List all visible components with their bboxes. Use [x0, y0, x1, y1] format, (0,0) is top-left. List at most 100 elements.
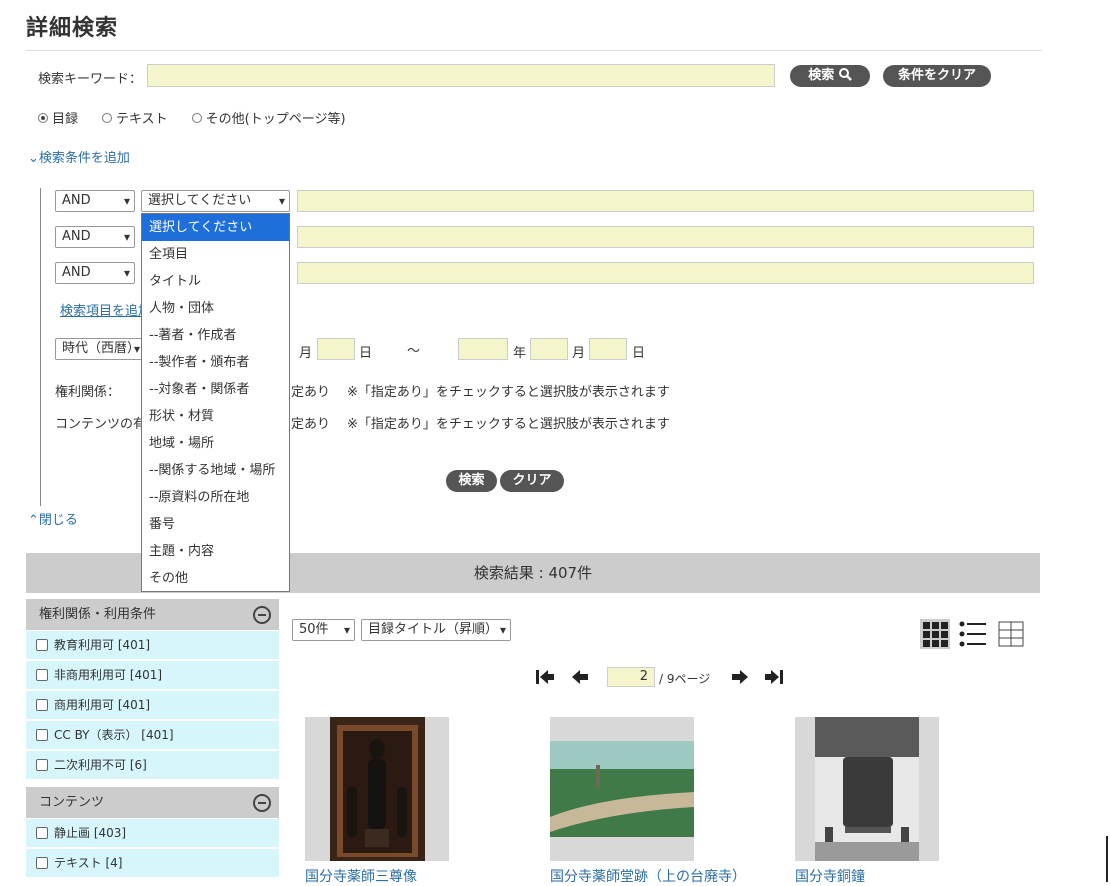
- magnifier-icon: [838, 68, 852, 81]
- day-label-to: 日: [632, 346, 646, 361]
- dropdown-option[interactable]: --対象者・関係者: [142, 376, 289, 403]
- per-page-select[interactable]: 50件: [292, 619, 355, 641]
- radio-dot: [191, 112, 202, 123]
- facet-item-label: 非商用利用可 [401]: [54, 668, 163, 682]
- facet-item-label: 教育利用可 [401]: [54, 638, 151, 652]
- radio-dot: [38, 112, 48, 123]
- dropdown-option[interactable]: 全項目: [142, 241, 289, 268]
- grid-view-icon[interactable]: [920, 619, 950, 649]
- dropdown-option[interactable]: その他: [142, 565, 289, 592]
- year-input-to[interactable]: [458, 338, 508, 360]
- checkbox[interactable]: [36, 669, 48, 681]
- contents-note: ※「指定あり」をチェックすると選択肢が表示されます: [347, 417, 670, 432]
- collapse-icon[interactable]: [253, 794, 271, 812]
- facet-item[interactable]: CC BY（表示） [401]: [26, 721, 279, 750]
- list-view-icon[interactable]: [959, 621, 987, 647]
- facet-header-contents[interactable]: コンテンツ: [26, 787, 279, 818]
- scrollbar[interactable]: [1106, 836, 1108, 882]
- next-page-icon[interactable]: [731, 669, 749, 685]
- operator-select-3[interactable]: AND: [55, 262, 135, 284]
- result-title-2[interactable]: 国分寺薬師堂跡（上の台廃寺）: [550, 866, 746, 886]
- dropdown-option[interactable]: 地域・場所: [142, 430, 289, 457]
- radio-label: その他(トップページ等): [205, 112, 346, 127]
- add-search-item-link[interactable]: 検索項目を追加: [60, 300, 151, 319]
- dropdown-option[interactable]: タイトル: [142, 268, 289, 295]
- facet-item[interactable]: 二次利用不可 [6]: [26, 751, 279, 780]
- condition-panel-border: [40, 188, 41, 506]
- page-title: 詳細検索: [26, 16, 119, 41]
- dropdown-option[interactable]: 人物・団体: [142, 295, 289, 322]
- facet-item-label: 二次利用不可 [6]: [54, 758, 147, 772]
- radio-other[interactable]: その他(トップページ等): [191, 108, 346, 127]
- result-thumbnail-1[interactable]: [305, 717, 449, 861]
- facet-header-rights[interactable]: 権利関係・利用条件: [26, 599, 279, 630]
- operator-select-1[interactable]: AND: [55, 190, 135, 212]
- condition-input-1[interactable]: [297, 190, 1034, 212]
- checkbox[interactable]: [36, 857, 48, 869]
- facet-item[interactable]: テキスト [4]: [26, 849, 279, 878]
- day-label: 日: [359, 346, 373, 361]
- keyword-input[interactable]: [147, 64, 775, 87]
- search-target-radios: 目録 テキスト その他(トップページ等): [38, 108, 370, 127]
- condition-input-2[interactable]: [297, 226, 1034, 248]
- field-select-1[interactable]: 選択してください: [141, 190, 290, 212]
- landscape-image: [550, 741, 694, 837]
- add-condition-label: 検索条件を追加: [38, 151, 130, 166]
- collapse-icon[interactable]: [253, 606, 271, 624]
- close-toggle[interactable]: ⌃閉じる: [28, 509, 78, 528]
- facet-item-label: CC BY（表示） [401]: [54, 728, 174, 742]
- radio-text[interactable]: テキスト: [102, 108, 168, 127]
- day-input-from[interactable]: [317, 338, 355, 360]
- checkbox[interactable]: [36, 827, 48, 839]
- title-divider: [26, 50, 1042, 51]
- checkbox[interactable]: [36, 729, 48, 741]
- facet-item[interactable]: 商用利用可 [401]: [26, 691, 279, 720]
- search-button[interactable]: 検索: [790, 65, 870, 87]
- dropdown-option[interactable]: 選択してください: [142, 214, 289, 241]
- facet-item[interactable]: 静止画 [403]: [26, 819, 279, 848]
- checkbox[interactable]: [36, 639, 48, 651]
- page-number-input[interactable]: 2: [607, 667, 655, 687]
- field-dropdown-list: 選択してください 全項目 タイトル 人物・団体 --著者・作成者 --製作者・頒…: [141, 213, 290, 592]
- last-page-icon[interactable]: [764, 669, 784, 685]
- chevron-up-icon: ⌃: [28, 513, 39, 528]
- dropdown-option[interactable]: 番号: [142, 511, 289, 538]
- search-submit-button[interactable]: 検索: [446, 470, 497, 492]
- checkbox[interactable]: [36, 699, 48, 711]
- table-view-icon[interactable]: [998, 621, 1024, 647]
- sort-select[interactable]: 目録タイトル（昇順）: [361, 619, 511, 641]
- checkbox[interactable]: [36, 759, 48, 771]
- clear-button[interactable]: クリア: [500, 470, 564, 492]
- day-input-to[interactable]: [589, 338, 627, 360]
- result-thumbnail-2[interactable]: [550, 717, 694, 861]
- rights-specified[interactable]: 定あり: [291, 381, 330, 400]
- radio-label: 目録: [52, 112, 79, 127]
- year-label: 年: [513, 346, 527, 361]
- result-title-3[interactable]: 国分寺銅鐘: [795, 866, 865, 886]
- radio-dot: [102, 112, 113, 123]
- facet-item[interactable]: 教育利用可 [401]: [26, 631, 279, 660]
- result-title-1[interactable]: 国分寺薬師三尊像: [305, 866, 417, 886]
- clear-conditions-button[interactable]: 条件をクリア: [883, 65, 991, 87]
- contents-specified[interactable]: 定あり: [291, 413, 330, 432]
- dropdown-option[interactable]: --製作者・頒布者: [142, 349, 289, 376]
- operator-select-2[interactable]: AND: [55, 226, 135, 248]
- facet-title: 権利関係・利用条件: [39, 607, 157, 622]
- rights-note: ※「指定あり」をチェックすると選択肢が表示されます: [347, 385, 670, 400]
- result-thumbnail-3[interactable]: [795, 717, 939, 861]
- era-select[interactable]: 時代（西暦）: [55, 338, 145, 360]
- radio-catalog[interactable]: 目録: [38, 108, 78, 127]
- condition-input-3[interactable]: [297, 262, 1034, 284]
- prev-page-icon[interactable]: [571, 669, 589, 685]
- dropdown-option[interactable]: --著者・作成者: [142, 322, 289, 349]
- dropdown-option[interactable]: 形状・材質: [142, 403, 289, 430]
- dropdown-option[interactable]: --原資料の所在地: [142, 484, 289, 511]
- first-page-icon[interactable]: [535, 669, 555, 685]
- dropdown-option[interactable]: --関係する地域・場所: [142, 457, 289, 484]
- facet-item[interactable]: 非商用利用可 [401]: [26, 661, 279, 690]
- month-input-to[interactable]: [530, 338, 568, 360]
- chevron-down-icon: ⌄: [28, 151, 39, 166]
- add-condition-toggle[interactable]: ⌄検索条件を追加: [28, 147, 130, 166]
- dropdown-option[interactable]: 主題・内容: [142, 538, 289, 565]
- rights-label: 権利関係：: [55, 385, 121, 400]
